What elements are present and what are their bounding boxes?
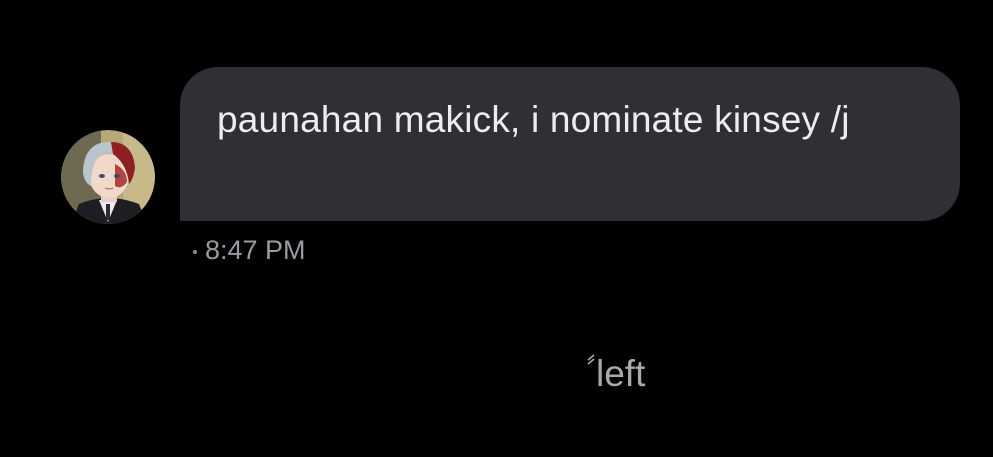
message-bubble[interactable]: paunahan makick, i nominate kinsey /j bbox=[180, 67, 960, 221]
left-status: left bbox=[586, 352, 645, 396]
separator-dot-icon bbox=[193, 250, 197, 254]
message-timestamp: 8:47 PM bbox=[205, 234, 306, 265]
avatar-icon bbox=[61, 130, 155, 224]
tick-icon bbox=[587, 354, 595, 365]
message-meta: 8:47 PM bbox=[193, 234, 306, 266]
message-text: paunahan makick, i nominate kinsey /j bbox=[217, 99, 850, 140]
avatar[interactable] bbox=[61, 130, 155, 224]
left-status-text: left bbox=[596, 353, 646, 394]
